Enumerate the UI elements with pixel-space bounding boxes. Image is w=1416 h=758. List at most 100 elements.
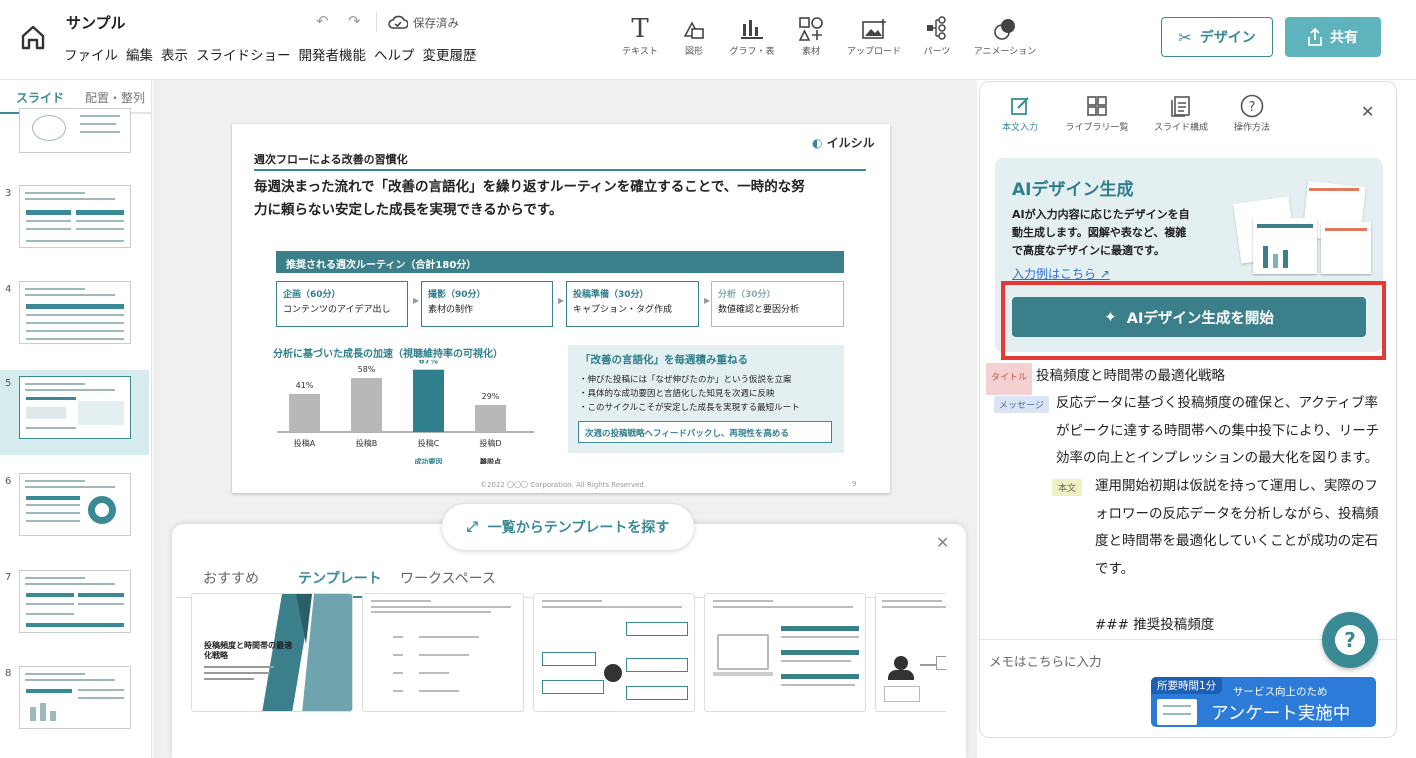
slide-thumb-3[interactable]: [19, 185, 131, 248]
undo-icon[interactable]: ↶: [316, 12, 329, 30]
tab-label: スライド構成: [1153, 123, 1208, 133]
tab-library[interactable]: ライブラリ一覧: [1057, 92, 1137, 133]
memo-input[interactable]: メモはこちらに入力: [989, 651, 1102, 670]
close-template-panel-icon[interactable]: ✕: [936, 533, 949, 552]
find-template-button[interactable]: ⤢ 一覧からテンプレートを探す: [442, 504, 694, 550]
title-text[interactable]: 投稿頻度と時間帯の最適化戦略: [1036, 368, 1225, 384]
step-desc: 数値確認と要因分析: [718, 305, 800, 315]
body-line: 度と時間帯を最適化していくことが成功の定石: [1095, 533, 1379, 549]
ai-desc-line: AIが入力内容に応じたデザインを自: [1012, 208, 1190, 221]
tab-text-input[interactable]: 本文入力: [980, 92, 1060, 133]
heading-rule: [254, 169, 866, 171]
share-button-label: 共有: [1330, 30, 1358, 46]
slide-footer: ©2022 〇〇〇 Corporation. All Rights Reserv…: [480, 481, 647, 489]
tool-animation[interactable]: アニメーション: [970, 14, 1040, 57]
step-title: 投稿準備（30分）: [573, 290, 649, 300]
step-title: 撮影（90分）: [428, 290, 486, 300]
ai-desc-line: 動生成します。図解や表など、複雑: [1012, 226, 1187, 239]
tool-parts[interactable]: パーツ: [902, 14, 972, 57]
step-desc: コンテンツのアイデア出し: [283, 305, 391, 315]
tool-material-label: 素材: [801, 47, 820, 57]
template-card-3[interactable]: [533, 593, 695, 712]
example-link[interactable]: 入力例はこちら ↗: [1012, 265, 1110, 282]
chart-bar: [351, 378, 382, 432]
body-text[interactable]: 運用開始初期は仮説を持って運用し、実際のフ ォロワーの反応データを分析しながら、…: [1095, 473, 1379, 583]
tab-recommended[interactable]: おすすめ: [203, 568, 259, 588]
survey-subtitle: サービス向上のため: [1233, 686, 1328, 698]
chart-category-label: 投稿D: [479, 438, 501, 448]
slide-thumb-8[interactable]: [19, 666, 131, 729]
slide-logo: ◐ イルシル: [812, 136, 875, 150]
menu-file[interactable]: ファイル: [64, 48, 118, 64]
slide-number: 4: [5, 284, 12, 295]
chart-value-label: 58%: [358, 365, 376, 374]
message-line: がピークに達する時間帯への集中投下により、リーチ: [1056, 422, 1380, 439]
tab-workspace[interactable]: ワークスペース: [400, 568, 496, 588]
tool-upload-label: アップロード: [846, 47, 901, 57]
home-icon[interactable]: [18, 22, 48, 52]
survey-badge: 所要時間1分: [1151, 677, 1223, 694]
share-icon: [1308, 28, 1322, 46]
slide-thumb-4[interactable]: [19, 281, 131, 344]
chart-annotation: 離脱点: [480, 457, 501, 464]
tab-label: 本文入力: [1001, 123, 1038, 133]
help-chat-button[interactable]: ?: [1322, 612, 1378, 668]
menu-help[interactable]: ヘルプ: [374, 48, 415, 64]
expand-icon: ⤢: [466, 519, 478, 535]
chart-value-label: 41%: [296, 381, 314, 390]
message-line: 反応データに基づく投稿頻度の確保と、アクティブ率: [1056, 395, 1378, 411]
slide-number: 7: [5, 572, 12, 583]
tab-help[interactable]: ? 操作方法: [1212, 92, 1292, 133]
tab-structure[interactable]: スライド構成: [1141, 92, 1221, 133]
chart-category-label: 投稿A: [294, 438, 316, 448]
routine-step-2: 撮影（90分） 素材の制作: [421, 281, 553, 327]
improvement-box: 「改善の言語化」を毎週積み重ねる ・伸びた投稿には「なぜ伸びたのか」という仮説を…: [568, 345, 844, 453]
chart-value-label: 29%: [482, 392, 500, 401]
slide-thumb-5[interactable]: [19, 376, 131, 439]
close-panel-icon[interactable]: ✕: [1361, 102, 1374, 121]
chart-title: 分析に基づいた成長の加速（視聴維持率の可視化）: [273, 349, 503, 360]
tab-layout[interactable]: 配置・整列: [85, 89, 145, 106]
slide-thumb-7[interactable]: [19, 570, 131, 633]
chart-category-label: 投稿B: [356, 438, 378, 448]
redo-icon[interactable]: ↷: [348, 12, 361, 30]
body-line: 運用開始初期は仮説を持って運用し、実際のフ: [1095, 478, 1378, 494]
chart-bar: [289, 393, 320, 432]
slide-number: 3: [5, 188, 12, 199]
survey-banner[interactable]: 所要時間1分 サービス向上のため アンケート実施中: [1151, 677, 1376, 727]
slide-number: 5: [5, 378, 12, 389]
share-button[interactable]: 共有: [1285, 17, 1381, 57]
template-card-5[interactable]: [875, 593, 946, 712]
design-button[interactable]: ✂ デザイン: [1161, 17, 1273, 57]
menu-history[interactable]: 変更履歴: [423, 48, 477, 64]
message-text[interactable]: 反応データに基づく投稿頻度の確保と、アクティブ率 がピークに達する時間帯への集中…: [1056, 390, 1379, 473]
document-title[interactable]: サンプル: [66, 12, 126, 33]
tool-material[interactable]: 素材: [776, 14, 846, 57]
menu-developer[interactable]: 開発者機能: [299, 48, 367, 64]
arrow-icon: ▶: [704, 296, 711, 305]
tool-upload[interactable]: アップロード: [839, 14, 909, 57]
body-heading[interactable]: ### 推奨投稿頻度: [1095, 612, 1214, 640]
svg-text:?: ?: [1249, 100, 1256, 115]
menu-view[interactable]: 表示: [161, 48, 188, 64]
slide-thumb-6[interactable]: [19, 473, 131, 536]
template-card-2[interactable]: [362, 593, 524, 712]
divider: [376, 12, 377, 32]
slide-preview[interactable]: ◐ イルシル 週次フローによる改善の習慣化 毎週決まった流れで「改善の言語化」を…: [232, 124, 890, 493]
slide-lead-line1: 毎週決まった流れで「改善の言語化」を繰り返すルーティンを確立することで、一時的な…: [254, 179, 805, 195]
slide-thumb-2[interactable]: [19, 108, 131, 153]
help-icon: ?: [1212, 92, 1292, 120]
message-line: 効率の向上とインプレッションの最大化を図ります。: [1056, 450, 1379, 466]
tab-label: ライブラリ一覧: [1065, 123, 1129, 133]
bullet: ・具体的な成功要因と言語化した知見を次週に反映: [579, 389, 775, 399]
tab-templates[interactable]: テンプレート: [298, 568, 382, 588]
menu-edit[interactable]: 編集: [126, 48, 153, 64]
find-template-label: 一覧からテンプレートを探す: [487, 520, 670, 536]
slide-list-panel: スライド 配置・整列 3 4 5 6 7 8: [0, 80, 152, 758]
menu-slideshow[interactable]: スライドショー: [196, 48, 291, 64]
template-card-1[interactable]: 投稿頻度と時間帯の最適化戦略: [191, 593, 353, 712]
body-line: ォロワーの反応データを分析しながら、投稿頻: [1095, 505, 1379, 522]
question-icon: ?: [1335, 625, 1365, 655]
tab-slides[interactable]: スライド: [16, 89, 64, 106]
template-card-4[interactable]: [704, 593, 866, 712]
